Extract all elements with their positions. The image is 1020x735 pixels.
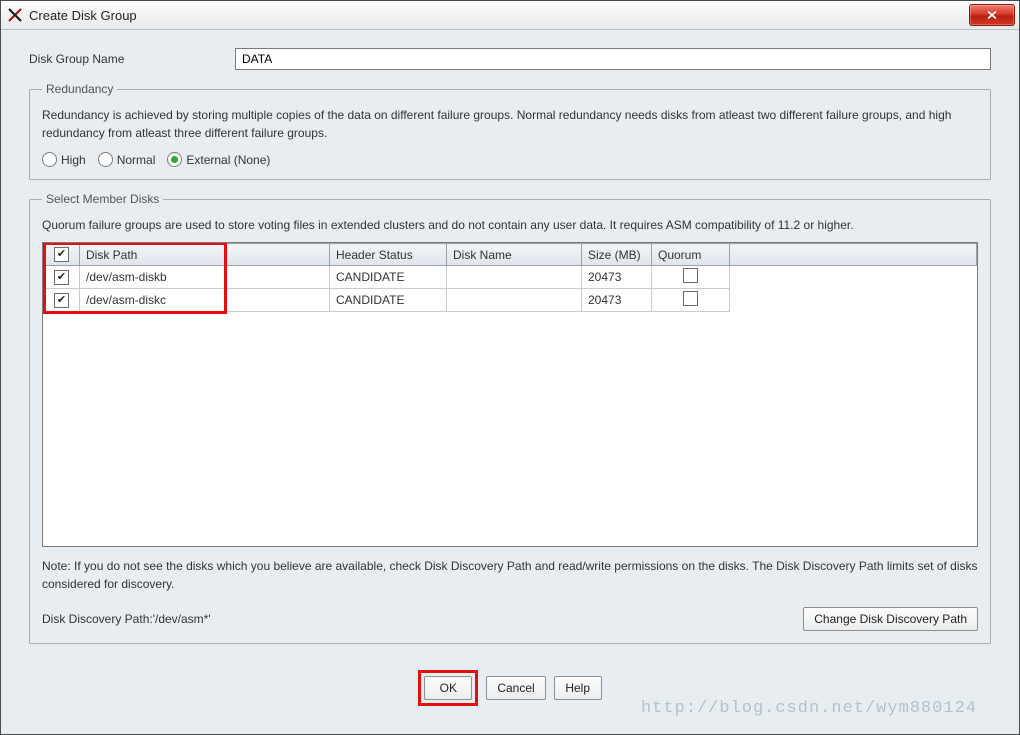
radio-icon bbox=[167, 152, 182, 167]
redundancy-normal-label: Normal bbox=[117, 153, 156, 167]
checkbox-icon bbox=[54, 293, 69, 308]
watermark: http://blog.csdn.net/wym880124 bbox=[641, 699, 977, 718]
disk-group-name-row: Disk Group Name bbox=[29, 48, 991, 70]
redundancy-group: Redundancy Redundancy is achieved by sto… bbox=[29, 82, 991, 180]
cell-header-status: CANDIDATE bbox=[330, 266, 447, 289]
disk-group-name-input[interactable] bbox=[235, 48, 991, 70]
col-tail bbox=[730, 244, 977, 266]
col-header-status[interactable]: Header Status bbox=[330, 244, 447, 266]
cell-quorum[interactable] bbox=[652, 266, 730, 289]
redundancy-external[interactable]: External (None) bbox=[167, 152, 270, 167]
button-bar: OK Cancel Help http://blog.csdn.net/wym8… bbox=[29, 656, 991, 724]
cell-quorum[interactable] bbox=[652, 289, 730, 312]
cell-disk-path: /dev/asm-diskb bbox=[80, 266, 330, 289]
cell-tail bbox=[730, 289, 977, 312]
row-checkbox[interactable] bbox=[44, 289, 80, 312]
disks-table: Disk Path Header Status Disk Name Size (… bbox=[43, 243, 977, 312]
row-checkbox[interactable] bbox=[44, 266, 80, 289]
titlebar: Create Disk Group bbox=[1, 1, 1019, 30]
dialog-body: Disk Group Name Redundancy Redundancy is… bbox=[1, 30, 1019, 734]
redundancy-external-label: External (None) bbox=[186, 153, 270, 167]
table-row[interactable]: /dev/asm-diskc CANDIDATE 20473 bbox=[44, 289, 977, 312]
col-disk-name[interactable]: Disk Name bbox=[447, 244, 582, 266]
checkbox-icon bbox=[54, 247, 69, 262]
col-select-all[interactable] bbox=[44, 244, 80, 266]
checkbox-icon bbox=[683, 268, 698, 283]
app-icon bbox=[7, 7, 23, 23]
redundancy-legend: Redundancy bbox=[42, 82, 117, 96]
member-disks-legend: Select Member Disks bbox=[42, 192, 163, 206]
redundancy-options: High Normal External (None) bbox=[42, 152, 978, 167]
radio-icon bbox=[98, 152, 113, 167]
table-row[interactable]: /dev/asm-diskb CANDIDATE 20473 bbox=[44, 266, 977, 289]
cell-disk-path: /dev/asm-diskc bbox=[80, 289, 330, 312]
cell-size-mb: 20473 bbox=[582, 289, 652, 312]
change-discovery-path-button[interactable]: Change Disk Discovery Path bbox=[803, 607, 978, 631]
member-disks-group: Select Member Disks Quorum failure group… bbox=[29, 192, 991, 644]
disks-note: Note: If you do not see the disks which … bbox=[42, 557, 978, 593]
disks-table-header: Disk Path Header Status Disk Name Size (… bbox=[44, 244, 977, 266]
redundancy-high-label: High bbox=[61, 153, 86, 167]
cell-disk-name bbox=[447, 289, 582, 312]
col-size-mb[interactable]: Size (MB) bbox=[582, 244, 652, 266]
discovery-path-row: Disk Discovery Path:'/dev/asm*' Change D… bbox=[42, 607, 978, 631]
checkbox-icon bbox=[54, 270, 69, 285]
col-quorum[interactable]: Quorum bbox=[652, 244, 730, 266]
highlight-box: OK bbox=[418, 670, 478, 706]
checkbox-icon bbox=[683, 291, 698, 306]
cell-tail bbox=[730, 266, 977, 289]
col-disk-path[interactable]: Disk Path bbox=[80, 244, 330, 266]
disk-group-name-label: Disk Group Name bbox=[29, 52, 235, 66]
window: Create Disk Group Disk Group Name Redund… bbox=[0, 0, 1020, 735]
radio-icon bbox=[42, 152, 57, 167]
help-button[interactable]: Help bbox=[554, 676, 602, 700]
discovery-path-label: Disk Discovery Path:'/dev/asm*' bbox=[42, 612, 803, 626]
redundancy-high[interactable]: High bbox=[42, 152, 86, 167]
cell-disk-name bbox=[447, 266, 582, 289]
cancel-button[interactable]: Cancel bbox=[486, 676, 545, 700]
ok-button[interactable]: OK bbox=[424, 676, 472, 700]
disks-table-wrap: Disk Path Header Status Disk Name Size (… bbox=[42, 242, 978, 547]
redundancy-normal[interactable]: Normal bbox=[98, 152, 156, 167]
redundancy-description: Redundancy is achieved by storing multip… bbox=[42, 106, 978, 142]
cell-header-status: CANDIDATE bbox=[330, 289, 447, 312]
close-button[interactable] bbox=[969, 4, 1015, 26]
cell-size-mb: 20473 bbox=[582, 266, 652, 289]
window-title: Create Disk Group bbox=[29, 8, 969, 23]
member-disks-description: Quorum failure groups are used to store … bbox=[42, 216, 978, 234]
